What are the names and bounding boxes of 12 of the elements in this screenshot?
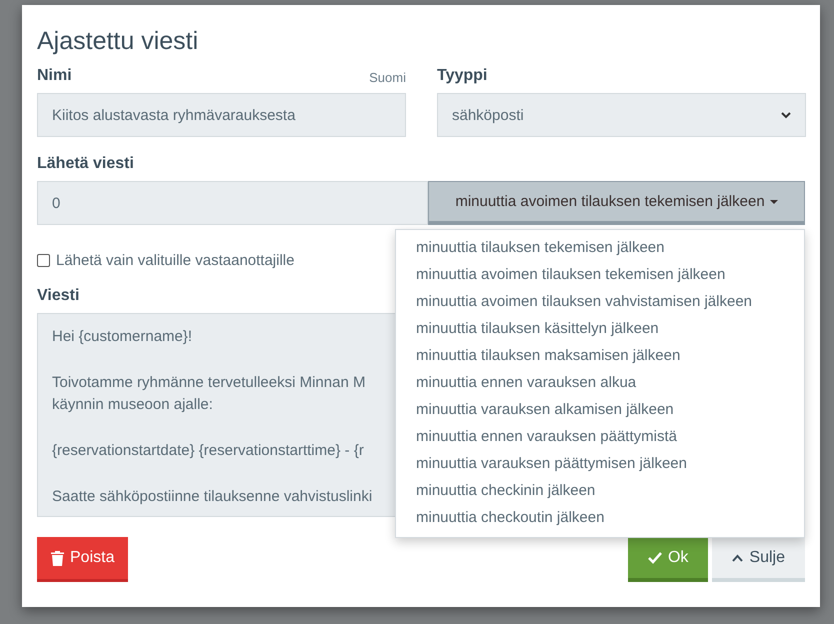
field-label: Lähetä viesti (37, 155, 134, 173)
message-line: Hei {customername}! (52, 327, 192, 347)
dialog-title: Ajastettu viesti (37, 27, 200, 55)
message-line: {reservationstartdate} {reservationstarttime} - {r (52, 441, 364, 461)
field-label: Viesti (37, 287, 80, 305)
message-line: käynnin museoon ajalle: (52, 395, 214, 415)
field-label: Nimi (37, 67, 72, 85)
message-line: Saatte sähköpostiinne tilauksenne vahvistuslinki (52, 487, 372, 507)
message-line: Toivotamme ryhmänne tervetulleeksi Minnan M (52, 373, 366, 393)
language-label: Suomi (369, 70, 406, 85)
field-label: Tyyppi (437, 67, 488, 85)
checkbox-label: Lähetä vain valituille vastaanottajille (56, 252, 294, 269)
